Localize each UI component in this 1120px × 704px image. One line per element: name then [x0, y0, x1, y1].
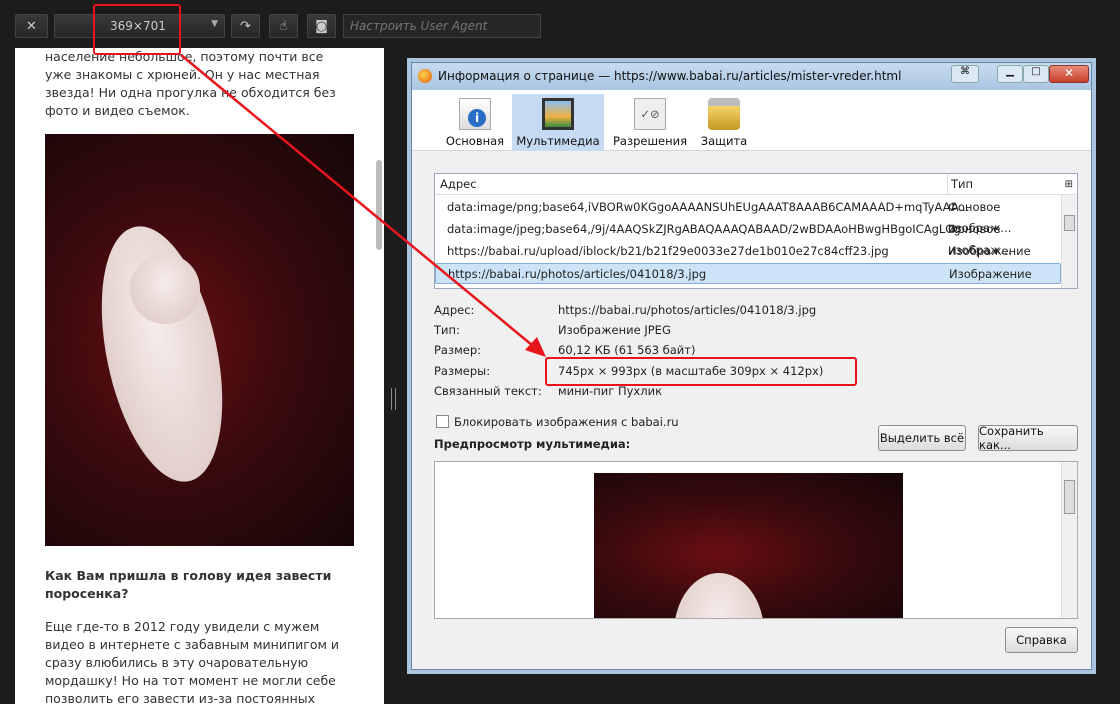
annotation-arrow	[180, 54, 546, 357]
